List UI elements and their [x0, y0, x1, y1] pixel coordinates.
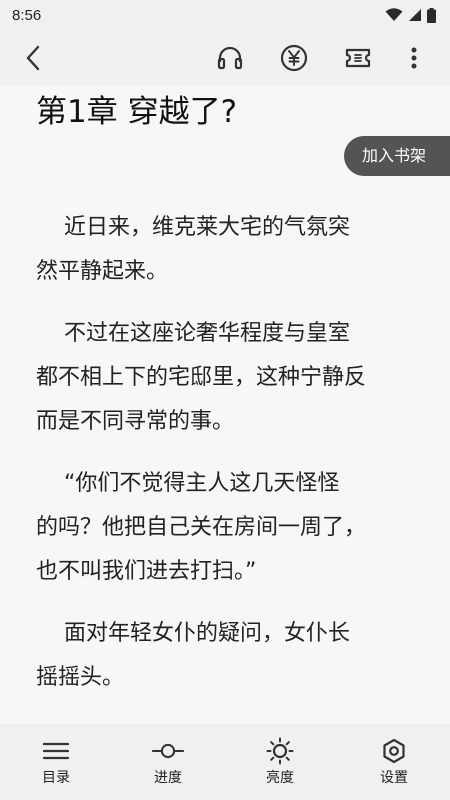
- text-line: 近日来，维克莱大宅的气氛突: [36, 215, 350, 240]
- yen-coin-icon: [280, 44, 308, 72]
- status-time: 8:56: [12, 6, 42, 24]
- text-line: 也不叫我们进去打扫。”: [36, 559, 257, 584]
- headphones-icon: [217, 46, 243, 70]
- bottom-toolbar: 目录 进度 亮度 设置: [0, 724, 450, 800]
- text-line: “你们不觉得主人这几天怪怪: [36, 471, 340, 496]
- chapter-title: 第1章 穿越了?: [36, 94, 238, 130]
- reading-page[interactable]: 第1章 穿越了? 加入书架 近日来，维克莱大宅的气氛突 然平静起来。 不过在这座…: [0, 86, 450, 724]
- top-toolbar: [0, 30, 450, 86]
- progress-button[interactable]: 进度: [112, 724, 224, 800]
- status-bar: 8:56: [0, 0, 450, 30]
- status-icons: [385, 7, 436, 23]
- menu-list-icon: [40, 738, 72, 764]
- ticket-icon: [344, 47, 372, 69]
- more-options-button[interactable]: [394, 38, 434, 78]
- signal-icon: [408, 8, 422, 22]
- toc-label: 目录: [42, 770, 70, 786]
- settings-button[interactable]: 设置: [338, 724, 450, 800]
- text-line: 都不相上下的宅邸里，这种宁静反: [36, 365, 367, 390]
- progress-label: 进度: [154, 770, 182, 786]
- brightness-label: 亮度: [266, 770, 294, 786]
- back-button[interactable]: [14, 38, 54, 78]
- wifi-icon: [385, 8, 403, 22]
- progress-slider-icon: [152, 738, 184, 764]
- back-arrow-icon: [23, 45, 45, 71]
- text-line: 不过在这座论奢华程度与皇室: [36, 321, 350, 346]
- more-vert-icon: [411, 46, 417, 70]
- ticket-button[interactable]: [338, 38, 378, 78]
- listen-button[interactable]: [210, 38, 250, 78]
- brightness-sun-icon: [264, 737, 296, 765]
- reward-button[interactable]: [274, 38, 314, 78]
- add-to-shelf-button[interactable]: 加入书架: [344, 136, 450, 176]
- text-line: 然平静起来。: [36, 259, 169, 284]
- battery-icon: [427, 7, 436, 23]
- settings-label: 设置: [380, 770, 408, 786]
- text-line: 而是不同寻常的事。: [36, 409, 235, 434]
- text-line: 的吗？他把自己关在房间一周了，: [36, 515, 367, 540]
- toc-button[interactable]: 目录: [0, 724, 112, 800]
- text-line: 摇摇头。: [36, 665, 125, 690]
- settings-hexagon-icon: [378, 738, 410, 764]
- text-line: 面对年轻女仆的疑问，女仆长: [36, 621, 350, 646]
- brightness-button[interactable]: 亮度: [224, 724, 336, 800]
